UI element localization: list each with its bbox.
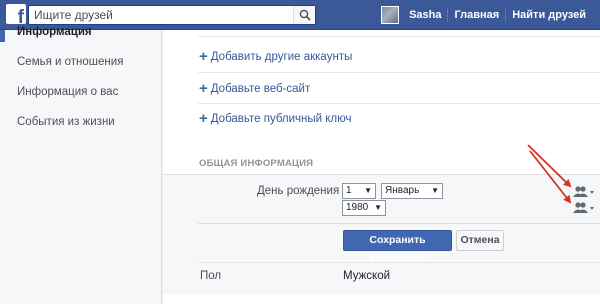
profile-link[interactable]: Sasha xyxy=(403,9,447,21)
friends-audience-icon[interactable] xyxy=(573,202,595,214)
plus-icon: + xyxy=(199,110,208,127)
sidebar-item-info[interactable]: Информация xyxy=(17,26,92,38)
gender-label: Пол xyxy=(200,270,222,282)
day-select[interactable]: 1 ▼ xyxy=(342,183,376,199)
divider xyxy=(198,36,600,37)
add-website-label: Добавьте веб-сайт xyxy=(210,82,311,95)
chevron-down-icon: ▼ xyxy=(374,203,382,212)
divider xyxy=(198,72,600,73)
home-link[interactable]: Главная xyxy=(448,9,505,21)
search-input[interactable] xyxy=(29,6,289,24)
add-public-key-link[interactable]: + Добавьте публичный ключ xyxy=(199,111,352,126)
plus-icon: + xyxy=(199,80,208,97)
divider xyxy=(198,262,600,263)
about-sidebar: Информация Семья и отношения Информация … xyxy=(0,26,162,304)
year-value: 1980 xyxy=(346,202,369,213)
logo-glyph: f xyxy=(17,7,24,24)
top-nav: Sasha Главная Найти друзей xyxy=(381,0,592,30)
find-friends-link[interactable]: Найти друзей xyxy=(506,9,592,21)
sidebar-item-about-you[interactable]: Информация о вас xyxy=(17,86,118,98)
save-changes-button[interactable]: Сохранить изменения xyxy=(343,230,452,265)
month-select[interactable]: Январь ▼ xyxy=(381,183,443,199)
gender-value: Мужской xyxy=(343,270,391,282)
search-box xyxy=(28,5,316,25)
about-content: + Добавить другие аккаунты + Добавьте ве… xyxy=(163,30,600,304)
chevron-down-icon: ▼ xyxy=(431,186,439,195)
active-indicator xyxy=(0,30,5,42)
divider xyxy=(198,103,600,104)
year-select[interactable]: 1980 ▼ xyxy=(342,200,386,216)
birthday-label: День рождения xyxy=(257,185,340,197)
search-icon xyxy=(299,9,311,21)
search-button[interactable] xyxy=(293,6,315,24)
section-title: ОБЩАЯ ИНФОРМАЦИЯ xyxy=(199,158,314,169)
month-value: Январь xyxy=(385,185,420,196)
add-website-link[interactable]: + Добавьте веб-сайт xyxy=(199,81,310,96)
add-accounts-link[interactable]: + Добавить другие аккаунты xyxy=(199,49,352,64)
sidebar-item-family[interactable]: Семья и отношения xyxy=(17,56,123,68)
add-public-key-label: Добавьте публичный ключ xyxy=(210,112,352,125)
friends-audience-icon[interactable] xyxy=(573,186,595,198)
day-value: 1 xyxy=(346,185,352,196)
sidebar-item-life-events[interactable]: События из жизни xyxy=(17,116,115,128)
plus-icon: + xyxy=(199,48,208,65)
divider xyxy=(198,223,600,224)
add-accounts-label: Добавить другие аккаунты xyxy=(210,50,353,63)
cancel-button[interactable]: Отмена xyxy=(456,230,504,251)
avatar[interactable] xyxy=(381,6,400,24)
facebook-logo-icon[interactable]: f xyxy=(6,4,26,24)
chevron-down-icon: ▼ xyxy=(364,186,372,195)
